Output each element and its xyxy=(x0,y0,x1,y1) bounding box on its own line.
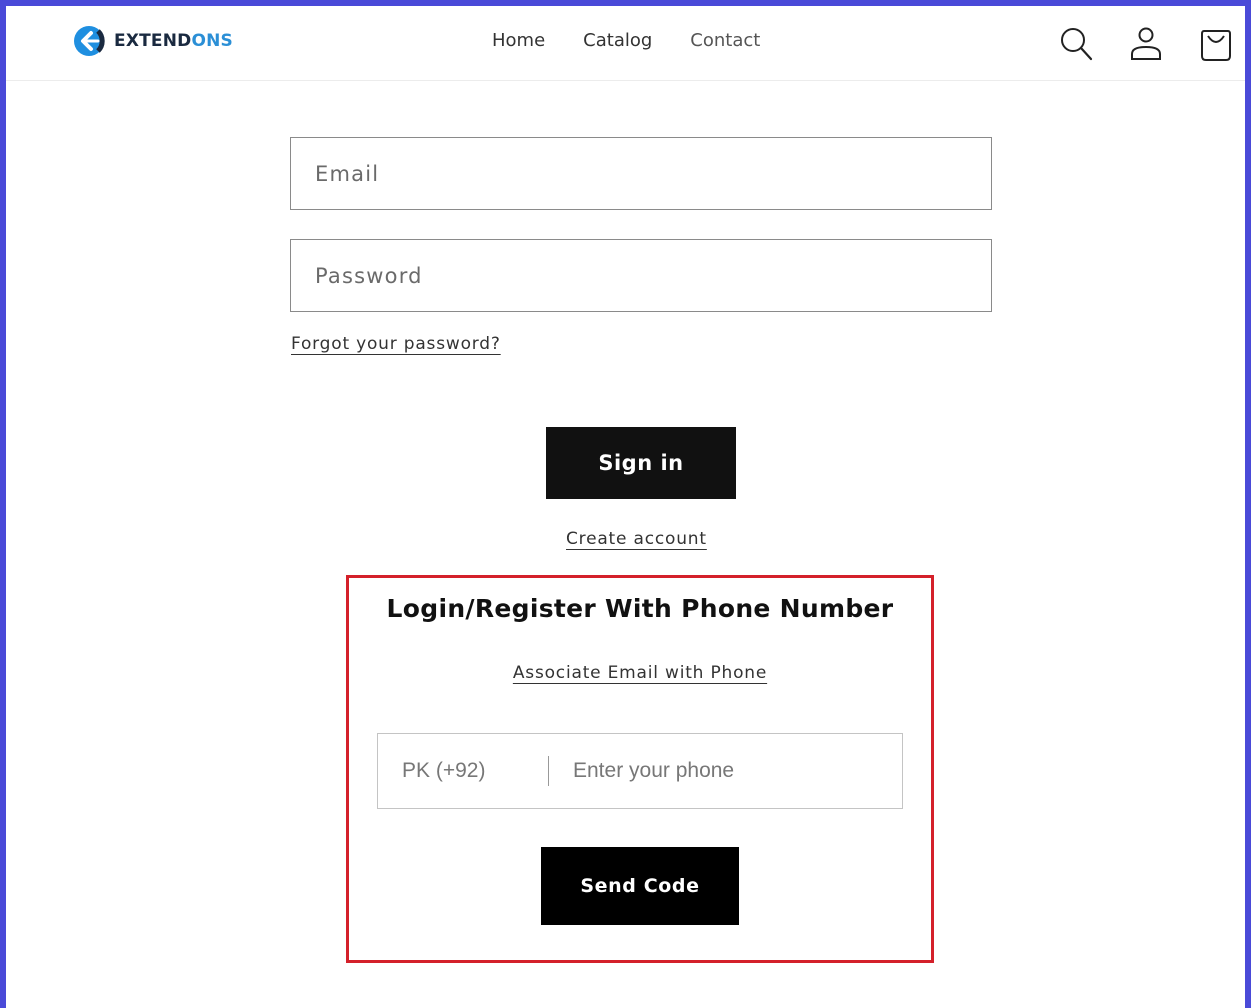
nav-home[interactable]: Home xyxy=(492,30,545,51)
password-field-box xyxy=(290,239,992,312)
associate-email-link: Associate Email with Phone xyxy=(346,663,934,683)
send-code-button[interactable]: Send Code xyxy=(541,847,739,925)
brand-name: EXTENDONS xyxy=(114,31,233,51)
header-actions xyxy=(1059,26,1233,62)
password-field[interactable] xyxy=(291,240,991,311)
nav-contact[interactable]: Contact xyxy=(690,30,760,51)
account-icon[interactable] xyxy=(1129,26,1163,62)
sign-in-button[interactable]: Sign in xyxy=(546,427,736,499)
email-field[interactable] xyxy=(291,138,991,209)
site-header: EXTENDONS Home Catalog Contact xyxy=(6,6,1245,81)
email-field-box xyxy=(290,137,992,210)
nav-catalog[interactable]: Catalog xyxy=(583,30,652,51)
country-code-select[interactable]: PK (+92) xyxy=(378,759,548,783)
extendons-logo-icon xyxy=(74,26,105,56)
phone-field[interactable] xyxy=(549,733,902,809)
forgot-password-link[interactable]: Forgot your password? xyxy=(291,334,501,354)
brand-logo[interactable]: EXTENDONS xyxy=(72,24,233,58)
phone-login-title: Login/Register With Phone Number xyxy=(386,594,894,623)
associate-email-link-text[interactable]: Associate Email with Phone xyxy=(513,663,767,683)
create-account-link[interactable]: Create account xyxy=(566,529,707,549)
phone-input-group: PK (+92) xyxy=(377,733,903,809)
search-icon[interactable] xyxy=(1059,26,1093,62)
main-nav: Home Catalog Contact xyxy=(492,30,760,51)
cart-icon[interactable] xyxy=(1199,26,1233,62)
